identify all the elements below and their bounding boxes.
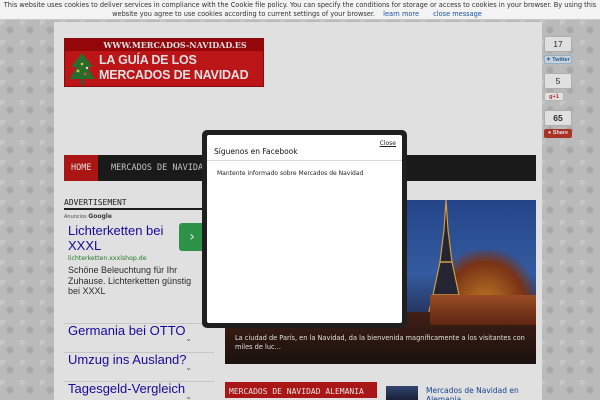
modal-body-text: Mantente informado sobre Mercados de Nav… [217, 170, 364, 177]
cookie-notice-bar: This website uses cookies to deliver ser… [0, 0, 600, 20]
cookie-message: This website uses cookies to deliver ser… [3, 1, 597, 18]
modal-divider [207, 160, 402, 161]
modal-title: Síguenos en Facebook [214, 147, 298, 156]
cookie-close-link[interactable]: close message [433, 10, 482, 18]
cookie-learn-more-link[interactable]: learn more [383, 10, 419, 18]
modal-content: Close Síguenos en Facebook Mantente info… [207, 135, 402, 323]
facebook-follow-modal: Close Síguenos en Facebook Mantente info… [202, 130, 407, 328]
modal-close-button[interactable]: Close [380, 140, 396, 147]
